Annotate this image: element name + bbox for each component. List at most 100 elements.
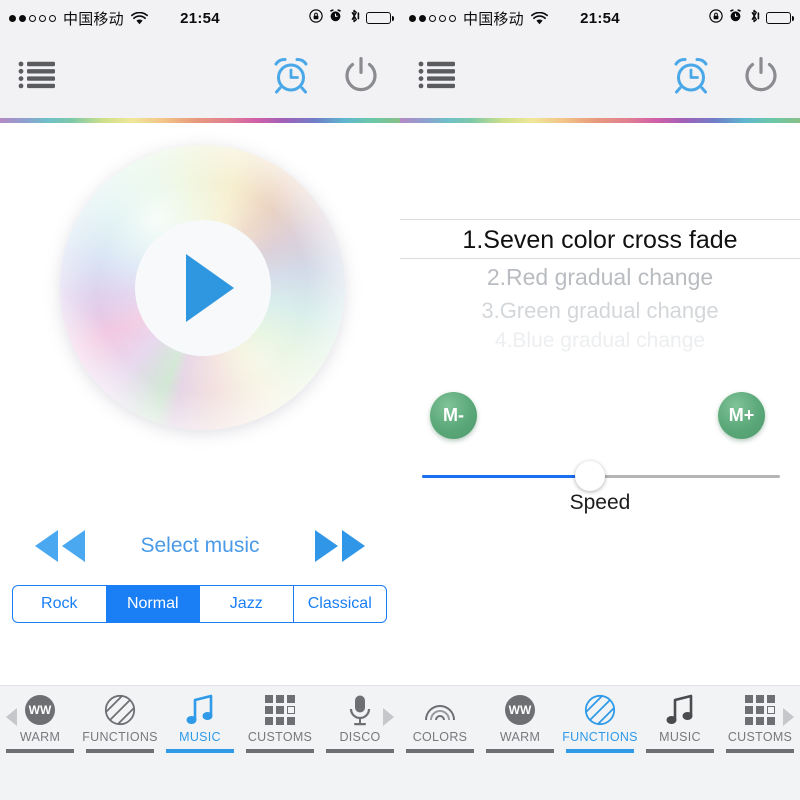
tab-customs[interactable]: CUSTOMS <box>240 693 320 753</box>
power-icon[interactable] <box>340 54 382 101</box>
slider-thumb[interactable] <box>575 461 606 491</box>
power-icon-2[interactable] <box>740 54 782 101</box>
chevron-right-icon[interactable] <box>383 708 394 726</box>
tab-disco-underline <box>326 749 394 753</box>
tab-colors-underline <box>406 749 474 753</box>
tab-functions-underline <box>86 749 154 753</box>
list-menu-icon-2[interactable] <box>418 60 456 95</box>
grid-icon-2 <box>745 693 775 727</box>
tab-warm[interactable]: WW WARM <box>0 693 80 753</box>
tab-customs-underline <box>246 749 314 753</box>
rainbow-icon <box>423 693 457 727</box>
tab-music-underline-2 <box>646 749 714 753</box>
genre-button-normal[interactable]: Normal <box>106 586 200 622</box>
header-actions-left <box>270 54 382 101</box>
striped-circle-icon-2 <box>584 693 616 727</box>
play-icon[interactable] <box>185 253 234 322</box>
music-genre-segmented-control: Rock Normal Jazz Classical <box>12 585 387 623</box>
rotation-lock-icon-2 <box>709 8 723 28</box>
tab-functions[interactable]: FUNCTIONS <box>80 693 160 753</box>
header-actions-right <box>670 54 782 101</box>
tab-customs-underline-2 <box>726 749 794 753</box>
chevron-right-icon-2[interactable] <box>783 708 794 726</box>
music-note-icon-2 <box>665 693 695 727</box>
speed-label: Speed <box>569 491 631 514</box>
striped-circle-icon <box>104 693 136 727</box>
status-bar-left-group: 中国移动 <box>9 8 148 29</box>
signal-strength-dots <box>9 14 56 22</box>
rotation-lock-icon <box>309 8 323 28</box>
tabbar-left: WW WARM FUNCTIONS MUSIC CUSTOMS DISCO <box>0 685 400 800</box>
carrier-label: 中国移动 <box>63 10 124 28</box>
tabbar-right: COLORS WW WARM FUNCTIONS MUSIC CUSTOMS <box>400 685 800 800</box>
grid-icon <box>265 693 295 727</box>
tab-music-label: MUSIC <box>179 730 221 744</box>
fast-forward-icon[interactable] <box>310 528 370 564</box>
genre-button-classical[interactable]: Classical <box>294 586 387 622</box>
slider-track-fill <box>422 475 591 478</box>
microphone-icon <box>347 693 373 727</box>
status-bar-right-group-2 <box>709 8 795 28</box>
alarm-icon-2 <box>729 9 742 27</box>
alarm-clock-icon[interactable] <box>270 54 312 101</box>
bluetooth-icon <box>348 9 360 28</box>
carrier-label-2: 中国移动 <box>463 10 524 28</box>
tab-functions-label-2: FUNCTIONS <box>562 730 638 744</box>
tab-warm-underline <box>6 749 74 753</box>
bluetooth-icon-2 <box>748 9 760 28</box>
status-bar-left-group-2: 中国移动 <box>409 8 548 29</box>
tab-music-label-2: MUSIC <box>659 730 701 744</box>
genre-button-jazz[interactable]: Jazz <box>200 586 294 622</box>
list-menu-icon[interactable] <box>18 60 56 95</box>
tab-disco-label: DISCO <box>339 730 381 744</box>
music-note-icon <box>185 693 215 727</box>
tab-functions-label: FUNCTIONS <box>82 730 158 744</box>
rewind-icon[interactable] <box>30 528 90 564</box>
mode-option-2[interactable]: 2.Red gradual change <box>400 259 800 295</box>
tab-colors[interactable]: COLORS <box>400 693 480 753</box>
battery-icon <box>366 12 395 24</box>
status-bar-row: 中国移动 21:54 中国移动 21:54 <box>0 0 800 36</box>
mode-option-1[interactable]: 1.Seven color cross fade <box>400 219 800 259</box>
signal-strength-dots-2 <box>409 14 456 22</box>
app-screenshot-composite: 中国移动 21:54 中国移动 21:54 Select music Rock … <box>0 0 800 800</box>
select-music-row: Select music <box>30 528 370 564</box>
app-header-left <box>0 36 400 118</box>
tab-customs-label: CUSTOMS <box>247 730 313 744</box>
tab-warm-2[interactable]: WW WARM <box>480 693 560 753</box>
ww-circle-icon: WW <box>25 693 55 727</box>
mode-picker-wheel[interactable]: 1.Seven color cross fade 2.Red gradual c… <box>400 219 800 369</box>
tab-colors-label: COLORS <box>412 730 468 744</box>
wifi-icon <box>130 11 148 25</box>
tab-warm-underline-2 <box>486 749 554 753</box>
mode-option-3[interactable]: 3.Green gradual change <box>400 295 800 327</box>
disc-hub[interactable] <box>134 219 271 356</box>
status-bar-left: 中国移动 21:54 <box>0 0 400 36</box>
tabbar-row: WW WARM FUNCTIONS MUSIC CUSTOMS DISCO CO… <box>0 685 800 800</box>
music-panel: Select music Rock Normal Jazz Classical <box>0 123 400 685</box>
wifi-icon-2 <box>530 11 548 25</box>
tab-warm-label-2: WARM <box>499 730 541 744</box>
mode-option-4[interactable]: 4.Blue gradual change <box>400 327 800 355</box>
alarm-icon <box>329 9 342 27</box>
app-header-right <box>400 36 800 118</box>
tab-warm-label: WARM <box>19 730 61 744</box>
select-music-label: Select music <box>140 534 260 557</box>
memory-plus-button[interactable]: M+ <box>718 392 765 439</box>
status-bar-right-group <box>309 8 395 28</box>
functions-panel: 1.Seven color cross fade 2.Red gradual c… <box>400 123 800 685</box>
panels-row: Select music Rock Normal Jazz Classical … <box>0 123 800 685</box>
genre-button-rock[interactable]: Rock <box>13 586 107 622</box>
alarm-clock-icon-2[interactable] <box>670 54 712 101</box>
battery-icon-2 <box>766 12 795 24</box>
memory-minus-button[interactable]: M- <box>430 392 477 439</box>
music-disc[interactable] <box>60 145 345 430</box>
tab-functions-2[interactable]: FUNCTIONS <box>560 693 640 753</box>
status-bar-right: 中国移动 21:54 <box>400 0 800 36</box>
tab-music[interactable]: MUSIC <box>160 693 240 753</box>
app-header-row <box>0 36 800 118</box>
mode-option-5-obscured[interactable] <box>400 355 800 377</box>
tab-music-2[interactable]: MUSIC <box>640 693 720 753</box>
tab-customs-label-2: CUSTOMS <box>727 730 793 744</box>
speed-slider[interactable] <box>422 461 780 491</box>
